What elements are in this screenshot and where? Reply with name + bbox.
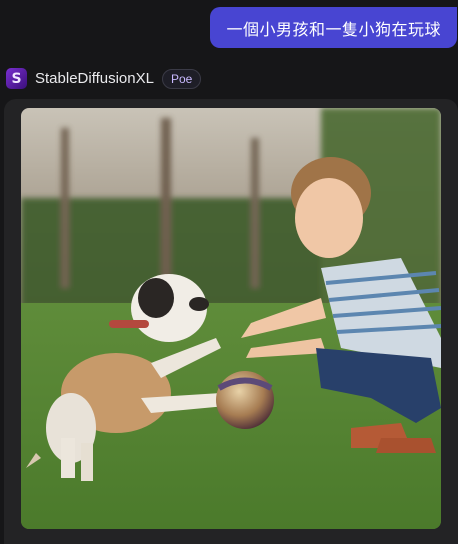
user-message-text: 一個小男孩和一隻小狗在玩球 xyxy=(226,19,441,39)
generated-image[interactable] xyxy=(21,108,441,529)
generated-photo xyxy=(21,108,441,529)
bot-provider-badge[interactable]: Poe xyxy=(161,68,202,89)
user-message-bubble: 一個小男孩和一隻小狗在玩球 xyxy=(210,7,457,48)
bot-avatar[interactable]: S xyxy=(6,68,27,89)
bot-avatar-letter: S xyxy=(11,70,22,87)
bot-name[interactable]: StableDiffusionXL xyxy=(35,70,154,87)
bot-header: S StableDiffusionXL Poe xyxy=(6,68,202,89)
